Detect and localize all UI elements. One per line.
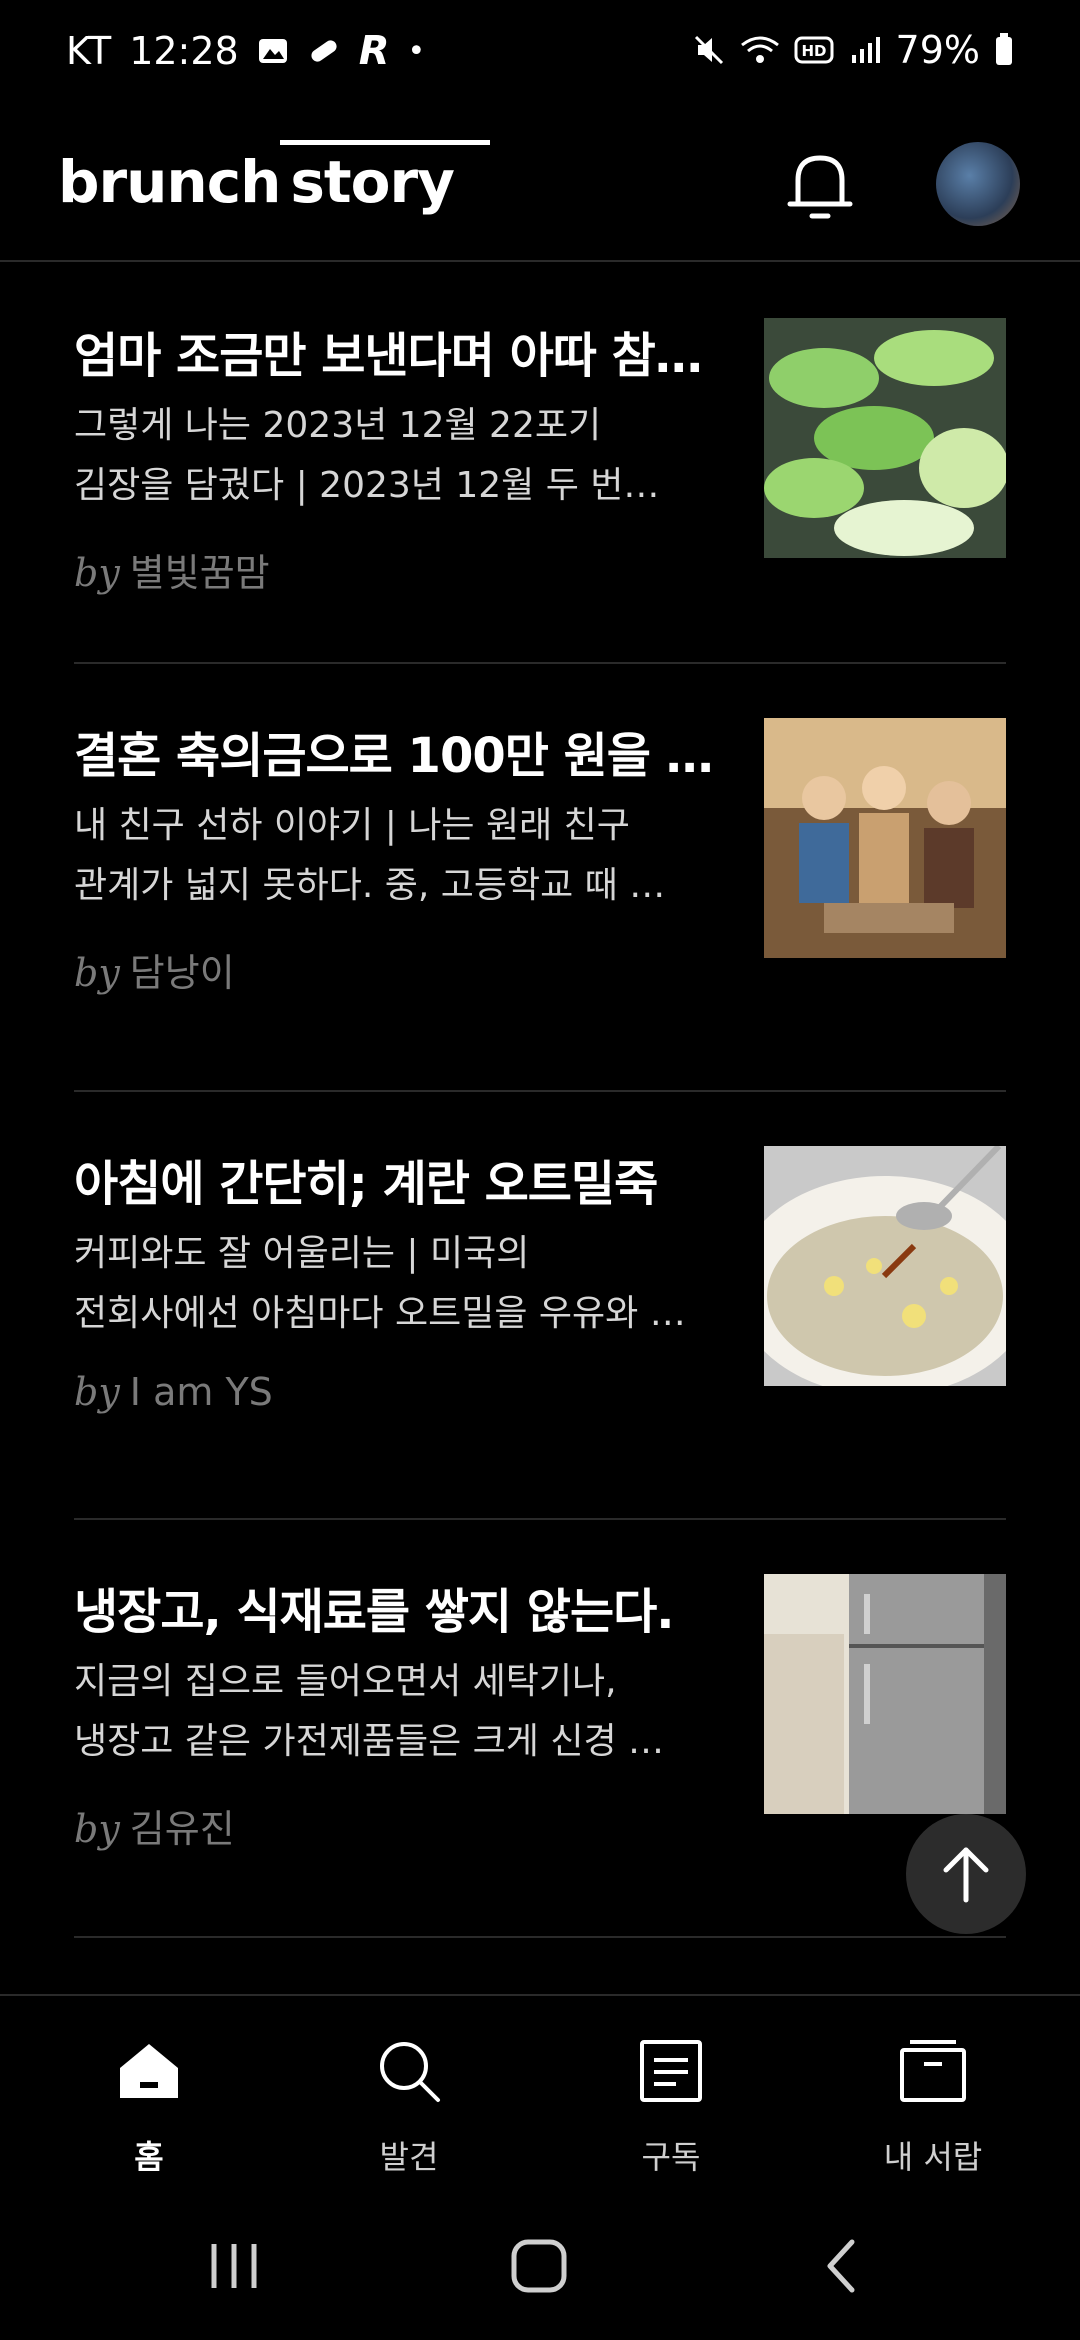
article-author[interactable]: by 김유진: [74, 1798, 235, 1853]
article-thumbnail[interactable]: [764, 1146, 1006, 1386]
nav-home[interactable]: 홈: [14, 1996, 284, 2196]
carrier-label: KT: [66, 29, 112, 73]
system-nav-bar: [0, 2194, 1080, 2340]
app-header: brunch story: [0, 108, 1080, 262]
article-author[interactable]: by I am YS: [74, 1370, 273, 1414]
nav-discover[interactable]: 발견: [274, 1996, 544, 2196]
nav-subscribe[interactable]: 구독: [536, 1996, 806, 2196]
article-author[interactable]: by 별빛꿈맘: [74, 542, 270, 597]
app-r-icon: R: [358, 28, 390, 74]
bottom-nav: 홈 발견 구독 내 서랍: [0, 1994, 1080, 2196]
nav-discover-label: 발견: [379, 2138, 439, 2176]
mute-icon: [694, 35, 723, 65]
hd-icon: HD: [794, 36, 834, 64]
nav-drawer-label: 내 서랍: [883, 2138, 983, 2176]
nav-home-label: 홈: [134, 2138, 164, 2176]
brunch-story-logo[interactable]: brunch story: [58, 140, 490, 216]
article-card[interactable]: 냉장고, 식재료를 쌓지 않는다. 지금의 집으로 들어오면서 세탁기나, 냉장고…: [74, 1518, 1006, 1938]
search-icon: [380, 2042, 440, 2102]
battery-label: 79%: [895, 28, 980, 72]
article-title[interactable]: 냉장고, 식재료를 쌓지 않는다.: [74, 1572, 734, 1642]
time-label: 12:28: [129, 29, 239, 73]
article-thumbnail[interactable]: [764, 1574, 1006, 1814]
home-button-icon[interactable]: [508, 2236, 572, 2296]
pill-icon: [311, 40, 337, 62]
nav-drawer[interactable]: 내 서랍: [798, 1996, 1068, 2196]
article-thumbnail[interactable]: [764, 318, 1006, 558]
wifi-icon: [740, 36, 779, 63]
article-title[interactable]: 엄마 조금만 보낸다며 아따 참말로…: [74, 316, 734, 386]
article-excerpt: 커피와도 잘 어울리는 | 미국의 전회사에선 아침마다 오트밀을 우유와 …: [74, 1233, 686, 1334]
bell-icon[interactable]: [784, 146, 856, 226]
svg-text:HD: HD: [801, 42, 826, 60]
signal-icon: [851, 37, 880, 63]
logo-sub: story: [290, 148, 455, 216]
dot-icon: •: [407, 33, 426, 69]
home-icon: [120, 2044, 178, 2098]
article-title[interactable]: 아침에 간단히; 계란 오트밀죽: [74, 1144, 734, 1214]
battery-icon: [996, 33, 1012, 65]
recents-icon[interactable]: [206, 2236, 262, 2296]
logo-main: brunch: [58, 148, 281, 216]
avatar[interactable]: [936, 142, 1020, 226]
arrow-up-icon: [943, 1847, 989, 1903]
logo-bar: [280, 140, 490, 145]
status-bar: KT 12:28 R • HD 79%: [0, 0, 1080, 108]
nav-subscribe-label: 구독: [641, 2138, 701, 2176]
article-card[interactable]: 엄마 조금만 보낸다며 아따 참말로… 그렇게 나는 2023년 12월 22포…: [74, 262, 1006, 664]
article-title[interactable]: 결혼 축의금으로 100만 원을 냈다: [74, 716, 734, 786]
scroll-to-top-button[interactable]: [906, 1814, 1026, 1934]
article-excerpt: 그렇게 나는 2023년 12월 22포기 김장을 담궜다 | 2023년 12월…: [74, 405, 660, 506]
gallery-icon: [258, 39, 287, 63]
article-card[interactable]: 아침에 간단히; 계란 오트밀죽 커피와도 잘 어울리는 | 미국의 전회사에선 …: [74, 1090, 1006, 1520]
article-excerpt: 내 친구 선하 이야기 | 나는 원래 친구 관계가 넓지 못하다. 중, 고등학…: [74, 805, 666, 906]
article-thumbnail[interactable]: [764, 718, 1006, 958]
article-excerpt: 지금의 집으로 들어오면서 세탁기나, 냉장고 같은 가전제품들은 크게 신경 …: [74, 1661, 665, 1762]
drawer-icon: [900, 2040, 966, 2102]
subscribe-icon: [640, 2040, 702, 2102]
back-icon[interactable]: [818, 2236, 868, 2296]
article-card[interactable]: 결혼 축의금으로 100만 원을 냈다 내 친구 선하 이야기 | 나는 원래 …: [74, 662, 1006, 1092]
article-author[interactable]: by 담낭이: [74, 942, 235, 997]
